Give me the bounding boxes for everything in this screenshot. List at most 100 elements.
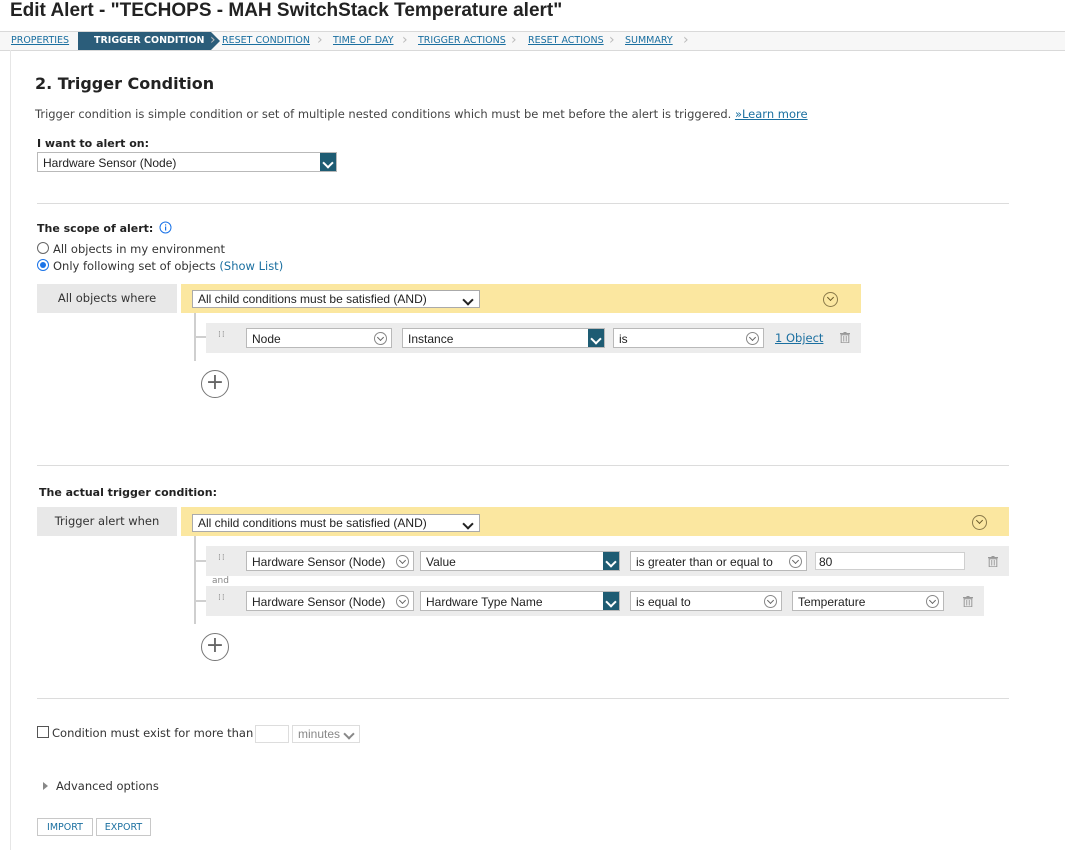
tree-connector bbox=[194, 536, 196, 624]
condition-property-select[interactable]: Hardware Type Name bbox=[420, 591, 620, 611]
page-title: Edit Alert - "TECHOPS - MAH SwitchStack … bbox=[10, 0, 563, 21]
duration-unit-select[interactable]: minutes bbox=[292, 725, 360, 743]
step-summary[interactable]: SUMMARY bbox=[625, 32, 673, 50]
scope-group-select[interactable]: All child conditions must be satisfied (… bbox=[192, 290, 480, 308]
duration-unit-value: minutes bbox=[298, 727, 341, 741]
info-icon[interactable] bbox=[159, 221, 172, 234]
divider bbox=[37, 465, 1009, 466]
divider bbox=[37, 203, 1009, 204]
scope-group-select-value: All child conditions must be satisfied (… bbox=[198, 292, 427, 306]
condition-property-select[interactable]: Value bbox=[420, 551, 620, 571]
trash-icon[interactable] bbox=[988, 556, 998, 567]
duration-input[interactable] bbox=[255, 725, 289, 743]
chevron-down-icon bbox=[764, 595, 777, 608]
description-text: Trigger condition is simple condition or… bbox=[35, 107, 732, 121]
condition-value-link[interactable]: 1 Object bbox=[775, 331, 823, 345]
condition-property-value: Instance bbox=[408, 332, 454, 346]
collapse-icon[interactable] bbox=[823, 292, 838, 307]
condition-joiner: and bbox=[212, 576, 229, 586]
condition-operator-select[interactable]: is greater than or equal to bbox=[630, 551, 807, 571]
duration-label: Condition must exist for more than bbox=[52, 726, 254, 740]
step-reset-condition[interactable]: RESET CONDITION bbox=[222, 32, 310, 50]
add-condition-icon[interactable]: + bbox=[201, 633, 229, 661]
trigger-condition-row: ⁞⁞ Hardware Sensor (Node) Hardware Type … bbox=[206, 586, 984, 616]
condition-property-value: Hardware Type Name bbox=[426, 595, 543, 609]
show-list-link[interactable]: (Show List) bbox=[219, 259, 283, 273]
condition-value-select[interactable]: Temperature bbox=[792, 591, 944, 611]
trigger-label: The actual trigger condition: bbox=[39, 486, 217, 499]
add-condition-icon[interactable]: + bbox=[201, 370, 229, 398]
scope-group-label: All objects where bbox=[37, 284, 177, 313]
trigger-group-select-value: All child conditions must be satisfied (… bbox=[198, 516, 427, 530]
chevron-down-icon bbox=[320, 153, 336, 171]
condition-property-select[interactable]: Instance bbox=[402, 328, 605, 348]
section-description: Trigger condition is simple condition or… bbox=[35, 107, 808, 121]
condition-value-value: Temperature bbox=[798, 595, 866, 609]
radio-button[interactable] bbox=[37, 242, 49, 254]
trash-icon[interactable] bbox=[963, 596, 973, 607]
condition-operator-select[interactable]: is equal to bbox=[630, 591, 782, 611]
learn-more-link[interactable]: »Learn more bbox=[735, 107, 808, 121]
condition-field-select[interactable]: Hardware Sensor (Node) bbox=[246, 591, 414, 611]
trigger-group-label: Trigger alert when bbox=[37, 507, 177, 536]
tree-connector bbox=[194, 560, 206, 562]
chevron-right-icon: › bbox=[402, 32, 408, 48]
expand-arrow-icon[interactable] bbox=[43, 782, 48, 790]
step-properties[interactable]: PROPERTIES bbox=[11, 32, 69, 50]
duration-checkbox[interactable] bbox=[37, 726, 49, 738]
step-reset-actions[interactable]: RESET ACTIONS bbox=[528, 32, 604, 50]
collapse-icon[interactable] bbox=[972, 515, 987, 530]
scope-label: The scope of alert: bbox=[37, 222, 154, 235]
tree-connector bbox=[194, 600, 206, 602]
chevron-down-icon bbox=[926, 595, 939, 608]
step-trigger-actions[interactable]: TRIGGER ACTIONS bbox=[418, 32, 506, 50]
drag-handle-icon[interactable]: ⁞⁞ bbox=[218, 594, 225, 606]
scope-group-bar: All child conditions must be satisfied (… bbox=[181, 284, 861, 313]
divider bbox=[37, 698, 1009, 699]
chevron-down-icon bbox=[374, 332, 387, 345]
chevron-down-icon bbox=[462, 294, 474, 306]
condition-field-value: Node bbox=[252, 332, 281, 346]
trigger-condition-row: ⁞⁞ Hardware Sensor (Node) Value is great… bbox=[206, 546, 1009, 576]
step-time-of-day[interactable]: TIME OF DAY bbox=[333, 32, 394, 50]
scope-option-following-label: Only following set of objects bbox=[53, 259, 216, 273]
condition-property-value: Value bbox=[426, 555, 456, 569]
alert-on-select[interactable]: Hardware Sensor (Node) bbox=[37, 152, 337, 172]
tree-connector bbox=[194, 336, 206, 338]
scope-option-following[interactable]: Only following set of objects (Show List… bbox=[37, 259, 283, 273]
section-title: 2. Trigger Condition bbox=[35, 74, 215, 93]
export-button[interactable]: EXPORT bbox=[96, 818, 151, 836]
chevron-down-icon bbox=[603, 592, 619, 610]
chevron-down-icon bbox=[396, 595, 409, 608]
scope-option-all[interactable]: All objects in my environment bbox=[37, 242, 225, 256]
drag-handle-icon[interactable]: ⁞⁞ bbox=[218, 554, 225, 566]
condition-field-select[interactable]: Hardware Sensor (Node) bbox=[246, 551, 414, 571]
drag-handle-icon[interactable]: ⁞⁞ bbox=[218, 331, 225, 343]
condition-value-input[interactable]: 80 bbox=[815, 552, 965, 570]
condition-field-value: Hardware Sensor (Node) bbox=[252, 595, 386, 609]
condition-operator-value: is bbox=[619, 332, 628, 346]
chevron-down-icon bbox=[396, 555, 409, 568]
chevron-down-icon bbox=[746, 332, 759, 345]
chevron-down-icon bbox=[603, 552, 619, 570]
condition-operator-value: is equal to bbox=[636, 595, 691, 609]
advanced-options-toggle[interactable]: Advanced options bbox=[56, 779, 159, 793]
chevron-down-icon bbox=[588, 329, 604, 347]
scope-option-all-label: All objects in my environment bbox=[53, 242, 226, 256]
step-trigger-condition[interactable]: TRIGGER CONDITION bbox=[78, 32, 219, 50]
chevron-down-icon bbox=[789, 555, 802, 568]
chevron-down-icon bbox=[343, 728, 355, 740]
import-button[interactable]: IMPORT bbox=[37, 818, 93, 836]
trash-icon[interactable] bbox=[840, 332, 850, 343]
chevron-right-icon: › bbox=[317, 32, 323, 48]
condition-operator-select[interactable]: is bbox=[613, 328, 764, 348]
chevron-down-icon bbox=[462, 518, 474, 530]
condition-field-value: Hardware Sensor (Node) bbox=[252, 555, 386, 569]
chevron-right-icon: › bbox=[683, 32, 689, 48]
wizard-breadcrumb: PROPERTIES TRIGGER CONDITION › RESET CON… bbox=[0, 31, 1065, 51]
chevron-right-icon: › bbox=[609, 32, 615, 48]
trigger-group-select[interactable]: All child conditions must be satisfied (… bbox=[192, 514, 480, 532]
condition-field-select[interactable]: Node bbox=[246, 328, 392, 348]
chevron-right-icon: › bbox=[210, 32, 216, 48]
radio-button-selected[interactable] bbox=[37, 259, 49, 271]
